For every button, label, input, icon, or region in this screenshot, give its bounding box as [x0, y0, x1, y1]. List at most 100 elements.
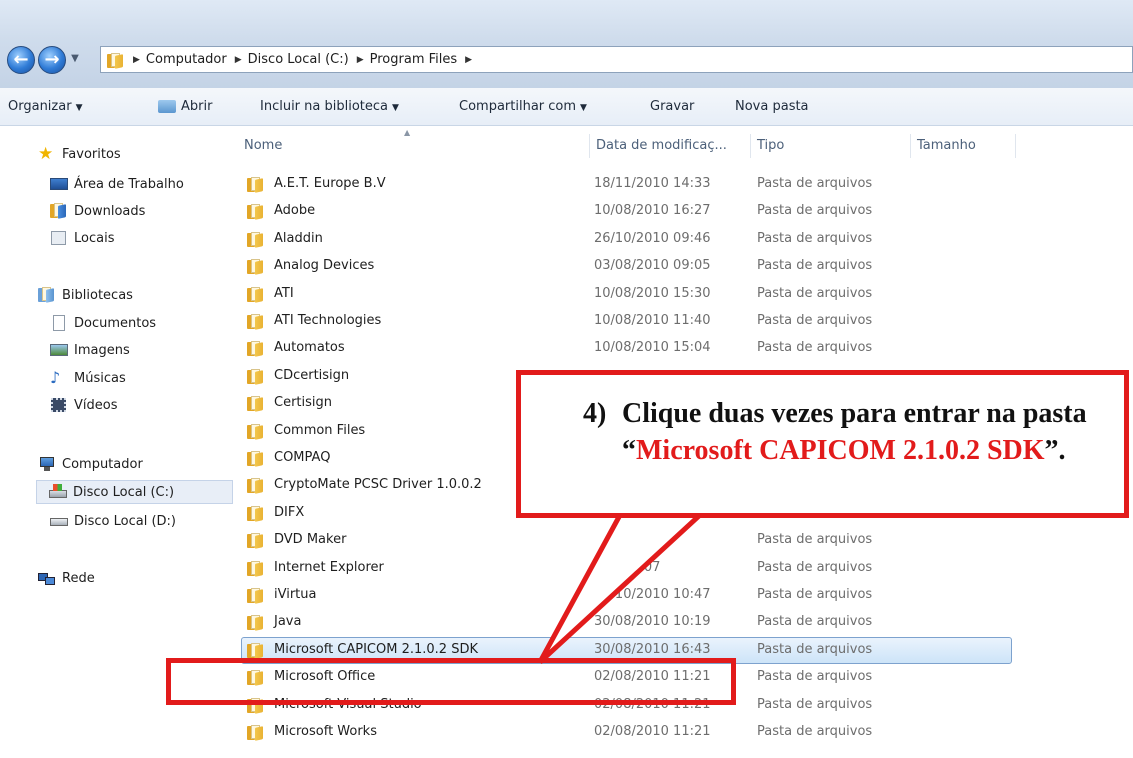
- nav-computer[interactable]: Computador: [38, 452, 143, 476]
- file-row[interactable]: Analog Devices 03/08/2010 09:05 Pasta de a…: [234, 253, 1014, 280]
- nav-libraries[interactable]: Bibliotecas: [38, 283, 133, 307]
- column-divider[interactable]: [1015, 134, 1016, 158]
- file-name: Certisign: [274, 395, 333, 411]
- folder-icon: [247, 451, 265, 467]
- nav-libraries-label: Bibliotecas: [62, 287, 133, 303]
- breadcrumb-computer[interactable]: Computador: [146, 52, 227, 67]
- folder-icon: [247, 341, 265, 358]
- open-icon: [158, 100, 176, 113]
- nav-desktop[interactable]: Área de Trabalho: [50, 172, 184, 196]
- folder-icon: [247, 177, 265, 193]
- back-button[interactable]: ←: [7, 46, 35, 74]
- nav-local-disk-c[interactable]: Disco Local (C:): [36, 480, 233, 504]
- star-icon: ★: [38, 144, 54, 164]
- file-row[interactable]: Internet Explorer 010 14:07 Pasta de arqui…: [234, 555, 1014, 582]
- file-date: 18/11/2010 14:33: [594, 176, 711, 191]
- folder-icon: [247, 396, 265, 413]
- new-folder-button[interactable]: Nova pasta: [735, 99, 809, 114]
- file-name: CDcertisign: [274, 367, 350, 383]
- file-type: Pasta de arquivos: [757, 559, 873, 575]
- folder-icon: [247, 368, 265, 385]
- file-row[interactable]: DVD Maker Pasta de arquivos: [234, 527, 1014, 554]
- nav-documents[interactable]: Documentos: [50, 311, 156, 335]
- file-date: 10/08/2010 11:40: [594, 313, 711, 328]
- downloads-folder-icon: [50, 203, 68, 219]
- file-date: 02/08/2010 11:21: [594, 724, 711, 739]
- column-header-date[interactable]: Data de modificaç...: [596, 138, 727, 153]
- file-row[interactable]: A.E.T. Europe B.V 18/11/2010 14:33 Pasta d…: [234, 171, 1014, 198]
- nav-pictures[interactable]: Imagens: [50, 338, 130, 362]
- forward-button[interactable]: →: [38, 46, 66, 74]
- breadcrumb-program-files[interactable]: Program Files: [370, 52, 458, 67]
- column-divider[interactable]: [589, 134, 590, 158]
- file-name: ATI Technologies: [274, 313, 382, 328]
- folder-icon: [247, 286, 265, 303]
- column-header-size[interactable]: Tamanho: [917, 138, 976, 153]
- folder-icon: [247, 204, 265, 221]
- column-divider[interactable]: [750, 134, 751, 158]
- chevron-down-icon: ▼: [75, 103, 83, 113]
- nav-network[interactable]: Rede: [38, 566, 95, 590]
- file-type: Pasta de arquivos: [757, 313, 873, 328]
- column-header-type[interactable]: Tipo: [757, 138, 784, 153]
- drive-icon: [50, 513, 68, 529]
- file-date: 30/08/2010 16:43: [594, 641, 711, 657]
- breadcrumb-separator-icon[interactable]: ▶: [465, 55, 472, 65]
- column-divider[interactable]: [910, 134, 911, 158]
- file-name: Java: [274, 614, 302, 630]
- breadcrumb-separator-icon[interactable]: ▶: [357, 55, 364, 65]
- nav-videos[interactable]: Vídeos: [50, 393, 117, 417]
- file-row[interactable]: Automatos 10/08/2010 15:04 Pasta de arquiv…: [234, 335, 1014, 362]
- file-type: Pasta de arquivos: [757, 641, 873, 657]
- instruction-text-after: ”.: [1044, 435, 1066, 466]
- video-film-icon: [50, 397, 68, 413]
- organize-label: Organizar: [8, 99, 72, 114]
- file-type: Pasta de arquivos: [757, 230, 873, 246]
- nav-favorites-label: Favoritos: [62, 146, 121, 162]
- file-row[interactable]: ATI 10/08/2010 15:30 Pasta de arquivos: [234, 281, 1014, 308]
- file-name: DIFX: [274, 504, 305, 520]
- breadcrumb-separator-icon[interactable]: ▶: [235, 55, 242, 65]
- file-row[interactable]: Aladdin 26/10/2010 09:46 Pasta de arquivos: [234, 226, 1014, 253]
- share-with-menu[interactable]: Compartilhar com ▼: [459, 99, 587, 114]
- file-date: 010 14:07: [594, 559, 661, 575]
- nav-downloads[interactable]: Downloads: [50, 199, 145, 223]
- desktop-icon: [50, 176, 68, 192]
- file-row[interactable]: Java 30/08/2010 10:19 Pasta de arquivos: [234, 609, 1014, 636]
- open-button[interactable]: Abrir: [158, 99, 212, 114]
- folder-icon: [247, 505, 265, 522]
- file-name: Aladdin: [274, 230, 323, 246]
- command-bar: Organizar ▼ Abrir Incluir na biblioteca ▼ …: [0, 88, 1133, 126]
- nav-documents-label: Documentos: [74, 315, 157, 331]
- organize-menu[interactable]: Organizar ▼: [8, 99, 82, 114]
- folder-icon: [247, 259, 265, 276]
- recent-pages-dropdown-icon[interactable]: ▼: [68, 52, 82, 66]
- file-date: 03/08/2010 09:05: [594, 258, 711, 274]
- folder-icon: [247, 314, 265, 330]
- share-with-label: Compartilhar com: [459, 99, 577, 114]
- breadcrumb-separator-icon[interactable]: ▶: [133, 55, 140, 65]
- address-breadcrumb-bar[interactable]: ▶ Computador ▶ Disco Local (C:) ▶ Progra…: [100, 46, 1133, 73]
- file-type: Pasta de arquivos: [757, 203, 873, 219]
- file-type: Pasta de arquivos: [757, 340, 873, 356]
- nav-music[interactable]: ♪ Músicas: [50, 366, 126, 390]
- file-row[interactable]: Microsoft Works 02/08/2010 11:21 Pasta de …: [234, 719, 1014, 746]
- file-row[interactable]: Adobe 10/08/2010 16:27 Pasta de arquivos: [234, 198, 1014, 225]
- file-row[interactable]: iVirtua 08/10/2010 10:47 Pasta de arquivos: [234, 582, 1014, 609]
- nav-places[interactable]: Locais: [50, 226, 114, 250]
- folder-icon: [107, 52, 125, 69]
- file-row[interactable]: ATI Technologies 10/08/2010 11:40 Pasta de…: [234, 308, 1014, 335]
- file-name: Analog Devices: [274, 258, 375, 274]
- include-in-library-menu[interactable]: Incluir na biblioteca ▼: [260, 99, 399, 114]
- folder-icon: [247, 560, 265, 577]
- nav-local-disk-d[interactable]: Disco Local (D:): [50, 509, 176, 533]
- nav-favorites[interactable]: ★ Favoritos: [38, 142, 121, 166]
- breadcrumb-local-disk-c[interactable]: Disco Local (C:): [248, 52, 349, 67]
- instruction-callout: 4) Clique duas vezes para entrar na past…: [516, 370, 1129, 518]
- file-date: 08/10/2010 10:47: [594, 587, 711, 602]
- address-bar-region: ← → ▼ ▶ Computador ▶ Disco Local (C:) ▶ …: [0, 0, 1133, 88]
- folder-icon: [247, 588, 265, 604]
- instruction-step-number: 4): [583, 398, 607, 429]
- column-header-name[interactable]: Nome: [244, 138, 282, 153]
- burn-button[interactable]: Gravar: [650, 99, 694, 114]
